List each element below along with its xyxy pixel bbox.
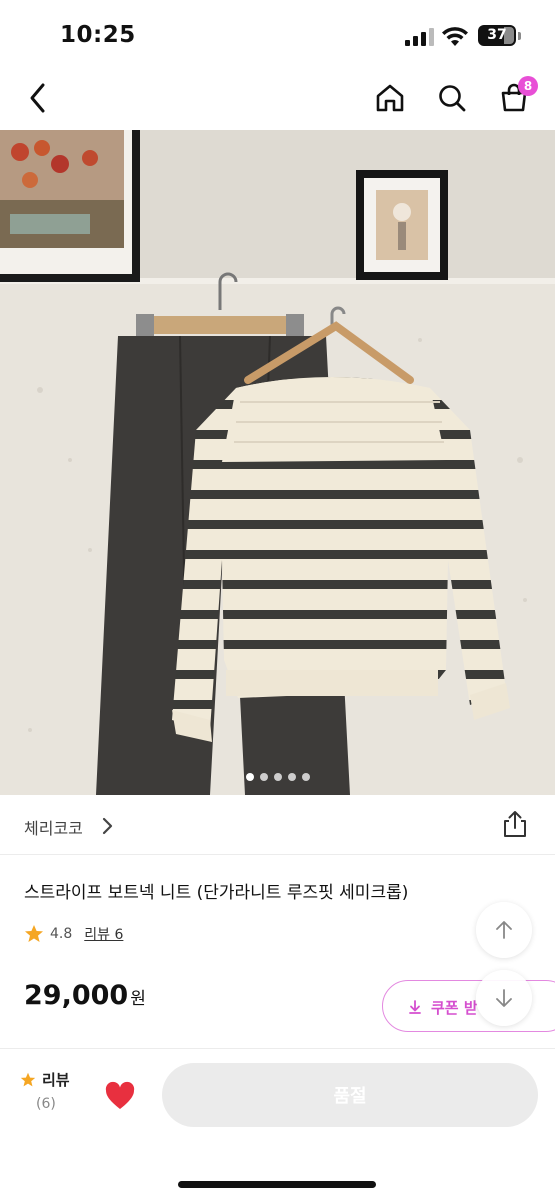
carousel-indicators xyxy=(0,773,555,781)
home-indicator xyxy=(178,1181,376,1188)
battery-icon: 37 xyxy=(478,25,516,46)
heart-icon xyxy=(105,1081,135,1109)
search-icon xyxy=(439,85,466,112)
download-icon xyxy=(409,1000,421,1014)
back-button[interactable] xyxy=(18,78,58,118)
coupon-label: 쿠폰 받 xyxy=(431,998,478,1017)
carousel-dot[interactable] xyxy=(301,773,310,781)
wifi-icon xyxy=(442,27,468,46)
price-unit: 원 xyxy=(130,989,146,1009)
home-icon xyxy=(376,84,404,112)
star-icon xyxy=(20,1072,36,1086)
top-nav-bar: 8 xyxy=(0,66,555,130)
product-price: 29,000 xyxy=(24,980,129,1011)
soldout-button[interactable]: 품절 xyxy=(162,1063,538,1127)
arrow-down-icon xyxy=(496,989,512,1007)
status-time: 10:25 xyxy=(60,22,136,48)
product-title: 스트라이프 보트넥 니트 (단가라니트 루즈핏 세미크롭) xyxy=(24,883,409,903)
store-name[interactable]: 체리코코 xyxy=(24,815,83,839)
home-button[interactable] xyxy=(370,78,410,118)
carousel-dot[interactable] xyxy=(273,773,282,781)
battery-cap xyxy=(518,32,521,40)
chevron-right-icon xyxy=(102,817,113,835)
review-tab-count: (6) xyxy=(36,1096,56,1112)
rating-row: 4.8 리뷰 6 xyxy=(24,922,123,946)
carousel-dot[interactable] xyxy=(287,773,296,781)
review-link[interactable]: 리뷰 6 xyxy=(84,924,123,944)
cart-count-badge: 8 xyxy=(518,76,538,96)
share-button[interactable] xyxy=(500,809,530,839)
chevron-left-icon xyxy=(30,83,45,113)
status-bar: 10:25 37 xyxy=(0,0,555,66)
rating-value: 4.8 xyxy=(50,926,73,942)
cellular-signal-icon xyxy=(405,28,435,46)
star-icon xyxy=(25,925,43,942)
product-image-carousel[interactable] xyxy=(0,130,555,795)
arrow-up-icon xyxy=(496,921,512,939)
carousel-dot[interactable] xyxy=(259,773,268,781)
wishlist-button[interactable] xyxy=(104,1081,136,1111)
store-row[interactable]: 체리코코 xyxy=(0,795,555,855)
price-row: 29,000 원 xyxy=(24,980,146,1011)
review-tab-label: 리뷰 xyxy=(42,1071,70,1089)
scroll-to-bottom-button[interactable] xyxy=(476,970,532,1026)
product-photo xyxy=(0,130,555,795)
scroll-to-top-button[interactable] xyxy=(476,902,532,958)
bottom-action-bar: 리뷰 (6) 품절 xyxy=(0,1048,555,1200)
review-tab[interactable]: 리뷰 (6) xyxy=(20,1069,80,1112)
battery-level-text: 37 xyxy=(487,27,507,43)
carousel-dot[interactable] xyxy=(245,773,254,781)
share-icon xyxy=(504,811,526,837)
search-button[interactable] xyxy=(432,78,472,118)
